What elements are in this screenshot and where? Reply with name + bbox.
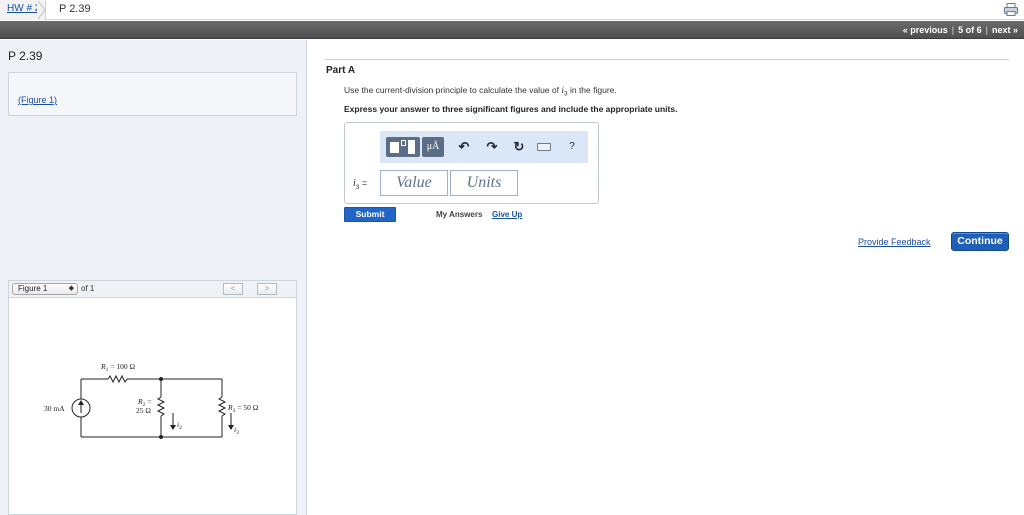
print-icon[interactable] [1004,3,1018,16]
i3-label: i3 [234,425,239,436]
breadcrumb-separator-fill [37,1,44,19]
r1-resistor [107,374,128,384]
figure-select-value: Figure 1 [18,284,48,293]
figure-select[interactable]: Figure 1 ◆ [12,283,78,295]
figure-toolbar: Figure 1 ◆ of 1 < > [9,281,296,298]
pager-position: 5 of 6 [958,25,982,35]
units-input[interactable] [450,170,518,196]
part-title: Part A [326,65,356,76]
figure-panel: Figure 1 ◆ of 1 < > 30 mA R1 = 100 Ω R2 … [8,280,297,515]
breadcrumb: HW # 2 P 2.39 [0,0,1024,20]
answer-requirements: Express your answer to three significant… [344,104,678,114]
next-link[interactable]: next » [992,21,1018,39]
units-button[interactable]: μÅ [422,137,444,157]
breadcrumb-current: P 2.39 [59,3,91,15]
figure-link[interactable]: (Figure 1) [18,95,57,105]
node-dot [159,435,163,439]
r1-label: R1 = 100 Ω [100,362,135,373]
part-content: Part A Use the current-division principl… [308,40,1024,515]
circuit-diagram: 30 mA R1 = 100 Ω R2 = 25 Ω R3 = 50 Ω i2 … [44,362,259,439]
figure-count: of 1 [81,284,95,293]
provide-feedback-link[interactable]: Provide Feedback [858,237,931,247]
r2-resistor [156,396,166,417]
template-fraction-icon [408,140,415,154]
figure-next-button[interactable]: > [257,283,277,295]
pager-divider: | [951,25,955,35]
node-dot [159,377,163,381]
updown-caret-icon: ◆ [68,285,74,292]
pager-divider: | [985,25,988,35]
figure-link-box: (Figure 1) [8,72,297,116]
keyboard-shape [537,143,551,151]
value-input[interactable] [380,170,448,196]
undo-icon[interactable]: ↶ [456,137,472,157]
submit-button[interactable]: Submit [344,207,396,222]
math-toolbar: μÅ ↶ ↷ ↻ ? [380,131,588,163]
problem-nav-bar: « previous | 5 of 6 | next » [0,21,1024,39]
continue-button[interactable]: Continue [951,232,1009,251]
i2-arrow-head [170,425,176,430]
template-block-icon [390,142,399,153]
redo-icon[interactable]: ↷ [484,137,500,157]
answer-box: μÅ ↶ ↷ ↻ ? i3 = [344,122,599,204]
problem-pager: « previous | 5 of 6 | next » [903,21,1018,39]
help-icon[interactable]: ? [564,137,580,157]
templates-button[interactable] [386,137,420,157]
my-answers-link[interactable]: My Answers [436,210,482,219]
reset-icon[interactable]: ↻ [511,137,527,157]
divider [325,59,1009,60]
figure-prev-button[interactable]: < [223,283,243,295]
problem-sidebar: P 2.39 (Figure 1) Figure 1 ◆ of 1 < > 30… [0,40,307,515]
r3-resistor [217,396,227,417]
question-instruction: Use the current-division principle to ca… [344,85,617,98]
r3-label: R3 = 50 Ω [227,403,259,414]
problem-title: P 2.39 [8,49,43,63]
previous-link[interactable]: « previous [903,21,948,39]
i2-label: i2 [177,420,182,431]
answer-variable-label: i3 = [353,178,368,191]
source-label: 30 mA [44,404,65,413]
keyboard-icon[interactable] [534,137,554,157]
r2-value: 25 Ω [136,406,151,415]
template-exponent-icon [401,140,406,146]
give-up-link[interactable]: Give Up [492,210,522,219]
